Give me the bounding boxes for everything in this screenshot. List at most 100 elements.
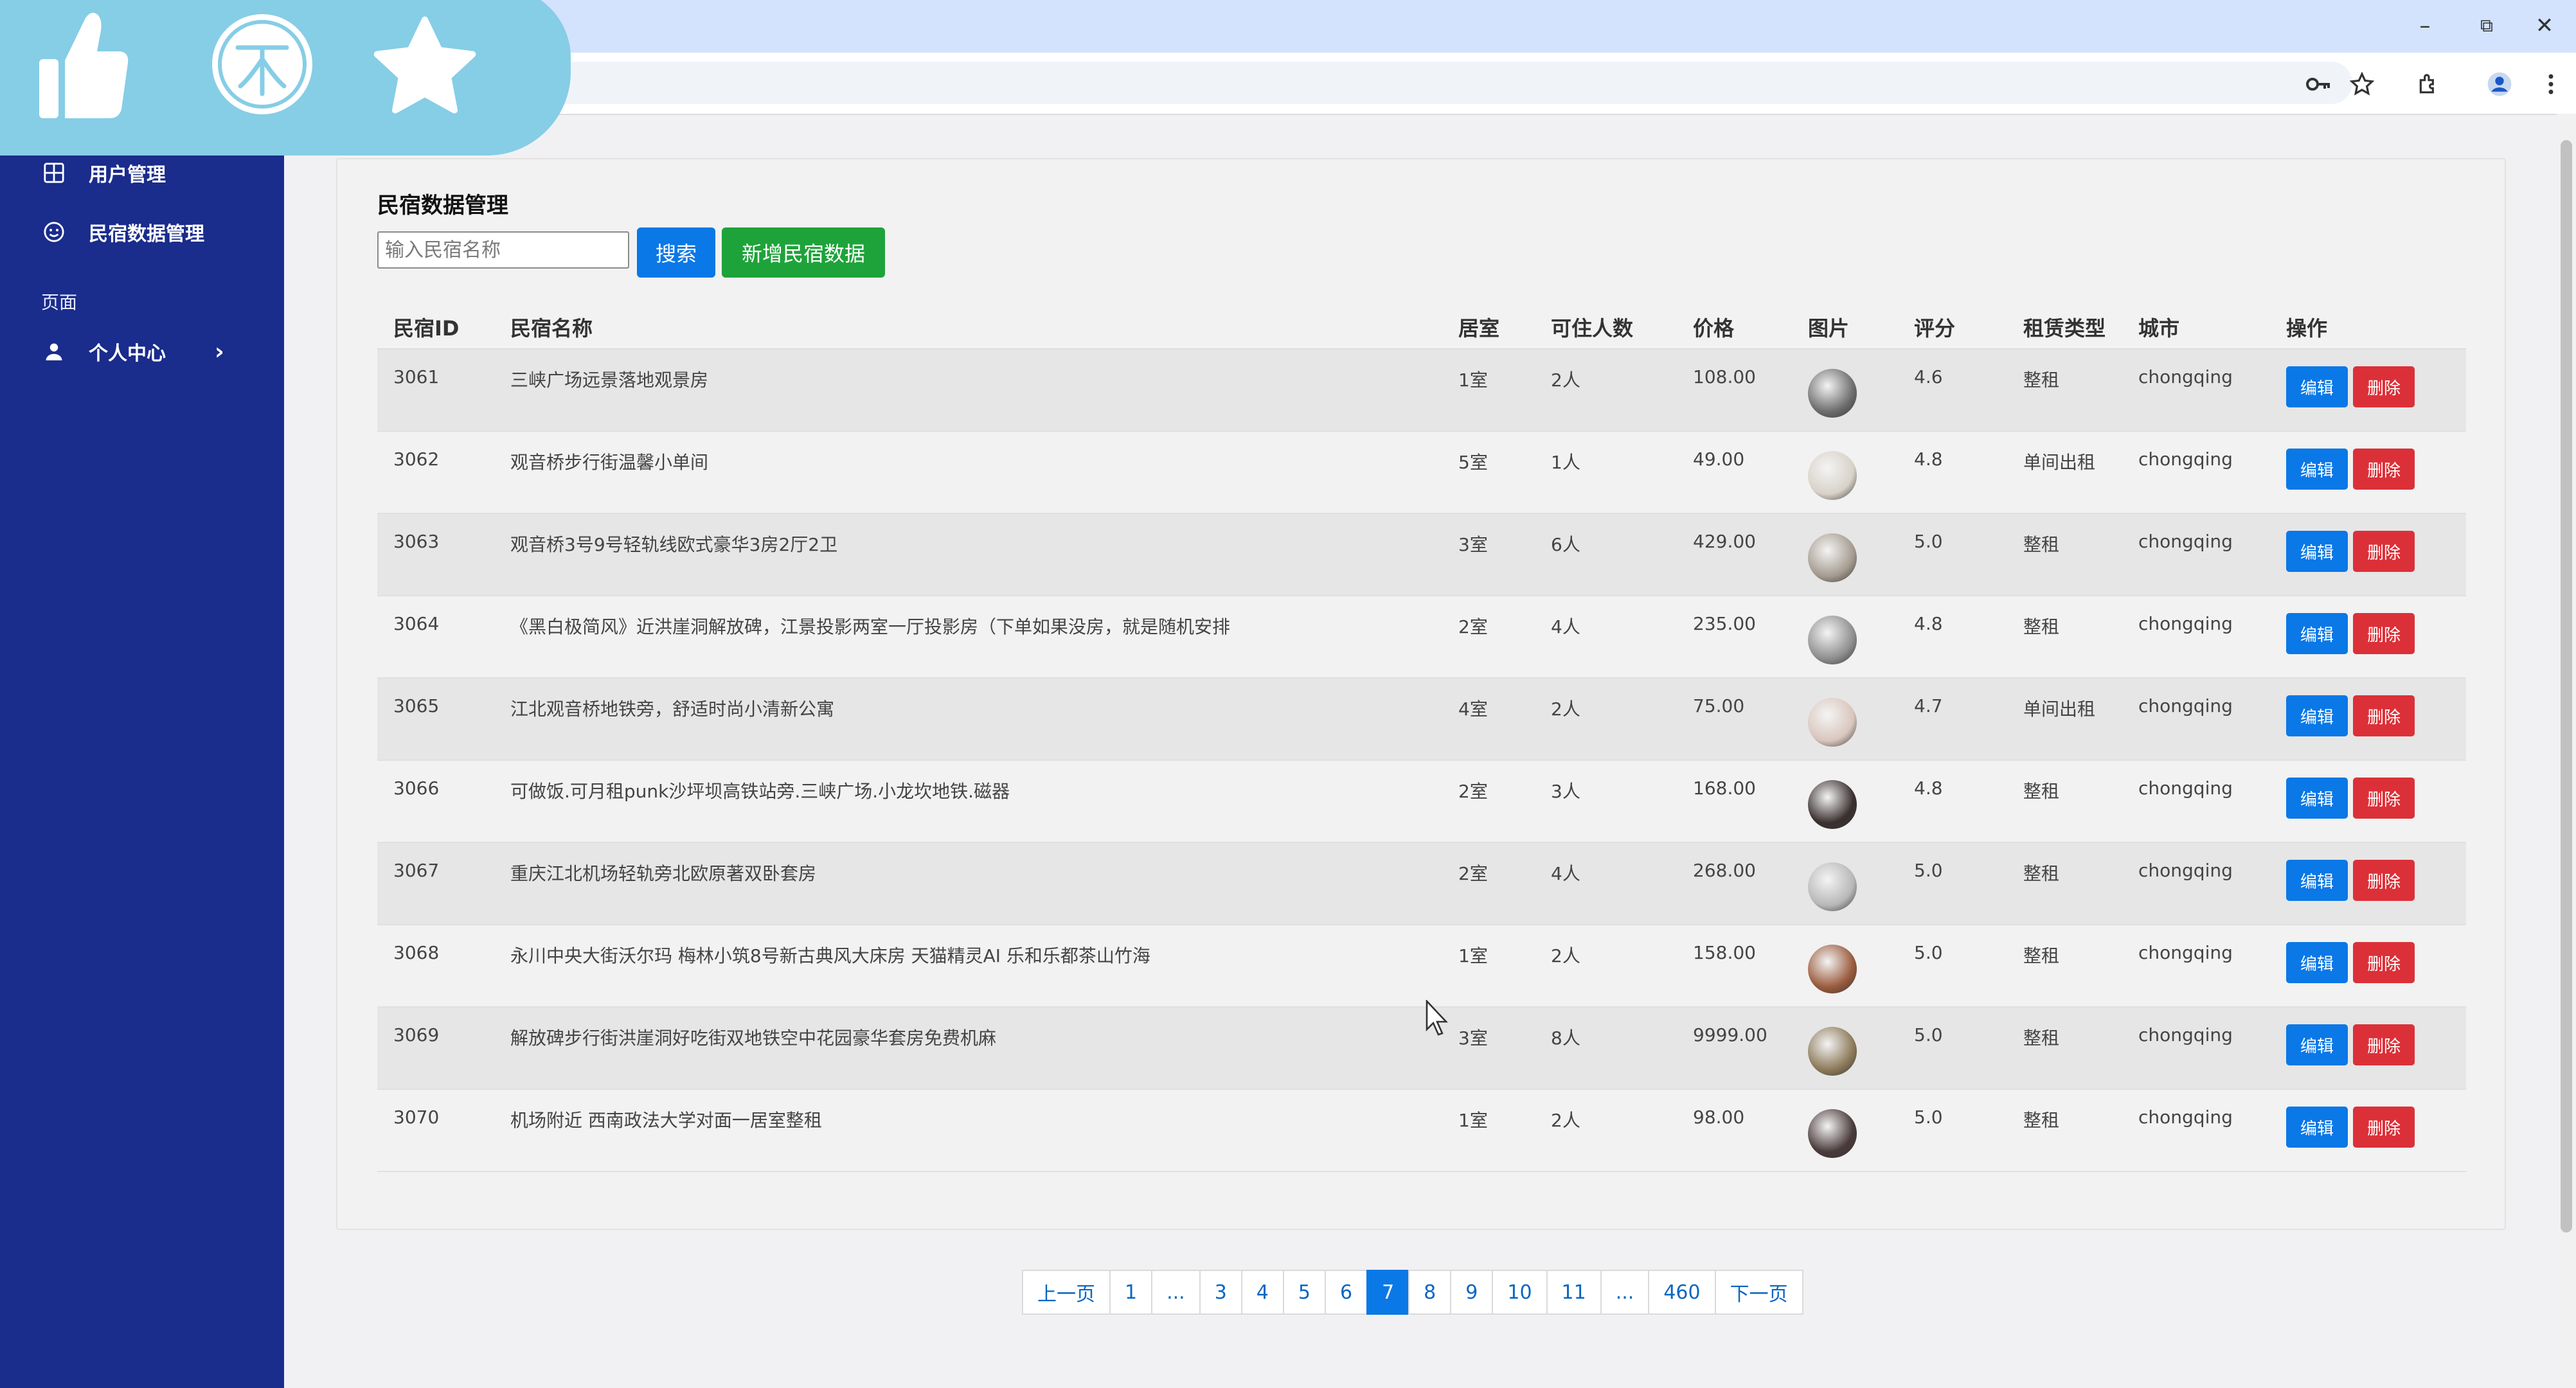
page-button[interactable]: 9 — [1450, 1270, 1494, 1315]
page-button[interactable]: 11 — [1546, 1270, 1602, 1315]
cell-rating: 4.7 — [1914, 695, 1943, 716]
cell-id: 3063 — [393, 531, 440, 552]
sidebar-item-user-management[interactable]: 用户管理 — [41, 159, 166, 187]
cell-rating: 4.6 — [1914, 366, 1943, 387]
column-header: 租赁类型 — [2023, 316, 2106, 341]
address-field[interactable] — [386, 62, 2352, 104]
cell-name: 可做饭.可月租punk沙坪坝高铁站旁.三峡广场.小龙坎地铁.磁器 — [510, 781, 1010, 802]
close-button[interactable]: ✕ — [2522, 9, 2567, 42]
cell-city: chongqing — [2138, 778, 2233, 799]
page-button[interactable]: 460 — [1648, 1270, 1716, 1315]
delete-button[interactable]: 删除 — [2353, 860, 2415, 901]
homestay-thumbnail[interactable] — [1808, 1109, 1857, 1158]
edit-button[interactable]: 编辑 — [2286, 778, 2348, 819]
homestay-thumbnail[interactable] — [1808, 945, 1857, 993]
cell-capacity: 4人 — [1551, 616, 1580, 637]
cell-capacity: 1人 — [1551, 452, 1580, 473]
cell-rent-type: 整租 — [2023, 781, 2060, 802]
homestay-thumbnail[interactable] — [1808, 369, 1857, 418]
cell-price: 75.00 — [1693, 695, 1745, 716]
page-button[interactable]: 1 — [1109, 1270, 1153, 1315]
edit-button[interactable]: 编辑 — [2286, 613, 2348, 654]
cell-rooms: 3室 — [1458, 1028, 1488, 1049]
table-row: 3062 观音桥步行街温馨小单间 5室 1人 49.00 4.8 单间出租 chongqing… — [377, 432, 2466, 514]
delete-button[interactable]: 删除 — [2353, 695, 2415, 736]
cell-name: 江北观音桥地铁旁，舒适时尚小清新公寓 — [510, 698, 835, 720]
cell-id: 3066 — [393, 778, 440, 799]
edit-button[interactable]: 编辑 — [2286, 1107, 2348, 1148]
add-homestay-button[interactable]: 新增民宿数据 — [722, 227, 885, 278]
homestay-thumbnail[interactable] — [1808, 780, 1857, 829]
edit-button[interactable]: 编辑 — [2286, 942, 2348, 983]
delete-button[interactable]: 删除 — [2353, 366, 2415, 407]
page-button[interactable]: 8 — [1408, 1270, 1452, 1315]
menu-icon[interactable] — [2536, 69, 2566, 99]
edit-button[interactable]: 编辑 — [2286, 366, 2348, 407]
edit-button[interactable]: 编辑 — [2286, 860, 2348, 901]
delete-button[interactable]: 删除 — [2353, 449, 2415, 490]
page-ellipsis[interactable]: ... — [1151, 1270, 1201, 1315]
delete-button[interactable]: 删除 — [2353, 778, 2415, 819]
cell-city: chongqing — [2138, 1107, 2233, 1128]
profile-icon[interactable] — [2485, 69, 2514, 99]
edit-button[interactable]: 编辑 — [2286, 1024, 2348, 1065]
scrollbar-thumb[interactable] — [2561, 140, 2572, 1232]
homestay-thumbnail[interactable] — [1808, 451, 1857, 500]
cell-price: 168.00 — [1693, 778, 1756, 799]
homestay-thumbnail[interactable] — [1808, 616, 1857, 664]
prev-page-button[interactable]: 上一页 — [1022, 1270, 1111, 1315]
table-header: 民宿ID 民宿名称 居室 可住人数 价格 图片 评分 租赁类型 城市 操作 — [377, 299, 2466, 350]
coin-icon[interactable] — [212, 14, 312, 114]
bookmark-star-icon[interactable] — [2347, 69, 2377, 99]
thumbs-up-icon[interactable] — [32, 0, 135, 129]
column-header: 可住人数 — [1551, 316, 1634, 341]
edit-button[interactable]: 编辑 — [2286, 695, 2348, 736]
delete-button[interactable]: 删除 — [2353, 613, 2415, 654]
cell-price: 49.00 — [1693, 449, 1745, 470]
cell-rent-type: 整租 — [2023, 534, 2060, 555]
page-button[interactable]: 7 — [1366, 1270, 1410, 1315]
star-icon[interactable] — [370, 13, 479, 122]
cell-id: 3065 — [393, 695, 440, 716]
column-header: 民宿ID — [393, 316, 460, 341]
page-ellipsis[interactable]: ... — [1600, 1270, 1650, 1315]
cell-name: 观音桥步行街温馨小单间 — [510, 452, 709, 473]
key-icon[interactable] — [2303, 69, 2333, 99]
cell-rent-type: 整租 — [2023, 369, 2060, 391]
sidebar-item-label: 民宿数据管理 — [89, 223, 204, 245]
cell-name: 观音桥3号9号轻轨线欧式豪华3房2厅2卫 — [510, 534, 838, 555]
table-row: 3069 解放碑步行街洪崖洞好吃街双地铁空中花园豪华套房免费机麻 3室 8人 9999.… — [377, 1008, 2466, 1090]
sidebar-item-personal-center[interactable]: 个人中心 › — [41, 337, 234, 366]
homestay-thumbnail[interactable] — [1808, 862, 1857, 911]
page-button[interactable]: 6 — [1324, 1270, 1368, 1315]
homestay-thumbnail[interactable] — [1808, 1027, 1857, 1076]
delete-button[interactable]: 删除 — [2353, 1024, 2415, 1065]
table-row: 3070 机场附近 西南政法大学对面一居室整租 1室 2人 98.00 5.0 整租 chon… — [377, 1090, 2466, 1172]
extensions-icon[interactable] — [2414, 69, 2444, 99]
table-row: 3064 《黑白极简风》近洪崖洞解放碑，江景投影两室一厅投影房（下单如果没房，就是… — [377, 596, 2466, 679]
cell-rent-type: 整租 — [2023, 1028, 2060, 1049]
edit-button[interactable]: 编辑 — [2286, 531, 2348, 572]
restore-button[interactable]: ⧉ — [2464, 9, 2509, 42]
cell-rating: 4.8 — [1914, 449, 1943, 470]
homestay-thumbnail[interactable] — [1808, 533, 1857, 582]
delete-button[interactable]: 删除 — [2353, 942, 2415, 983]
search-input[interactable] — [377, 231, 629, 269]
edit-button[interactable]: 编辑 — [2286, 449, 2348, 490]
delete-button[interactable]: 删除 — [2353, 1107, 2415, 1148]
minimize-button[interactable]: – — [2402, 9, 2447, 42]
page-button[interactable]: 3 — [1199, 1270, 1242, 1315]
page-title: 民宿数据管理 — [377, 193, 508, 218]
sidebar-item-homestay-data[interactable]: 民宿数据管理 — [41, 218, 204, 246]
page-button[interactable]: 5 — [1282, 1270, 1326, 1315]
cell-id: 3062 — [393, 449, 440, 470]
next-page-button[interactable]: 下一页 — [1714, 1270, 1803, 1315]
column-header: 价格 — [1693, 316, 1735, 341]
page-button[interactable]: 10 — [1492, 1270, 1548, 1315]
homestay-thumbnail[interactable] — [1808, 698, 1857, 747]
page-button[interactable]: 4 — [1240, 1270, 1284, 1315]
mouse-cursor-icon — [1426, 999, 1451, 1040]
cell-rent-type: 整租 — [2023, 863, 2060, 884]
delete-button[interactable]: 删除 — [2353, 531, 2415, 572]
search-button[interactable]: 搜索 — [637, 227, 715, 278]
